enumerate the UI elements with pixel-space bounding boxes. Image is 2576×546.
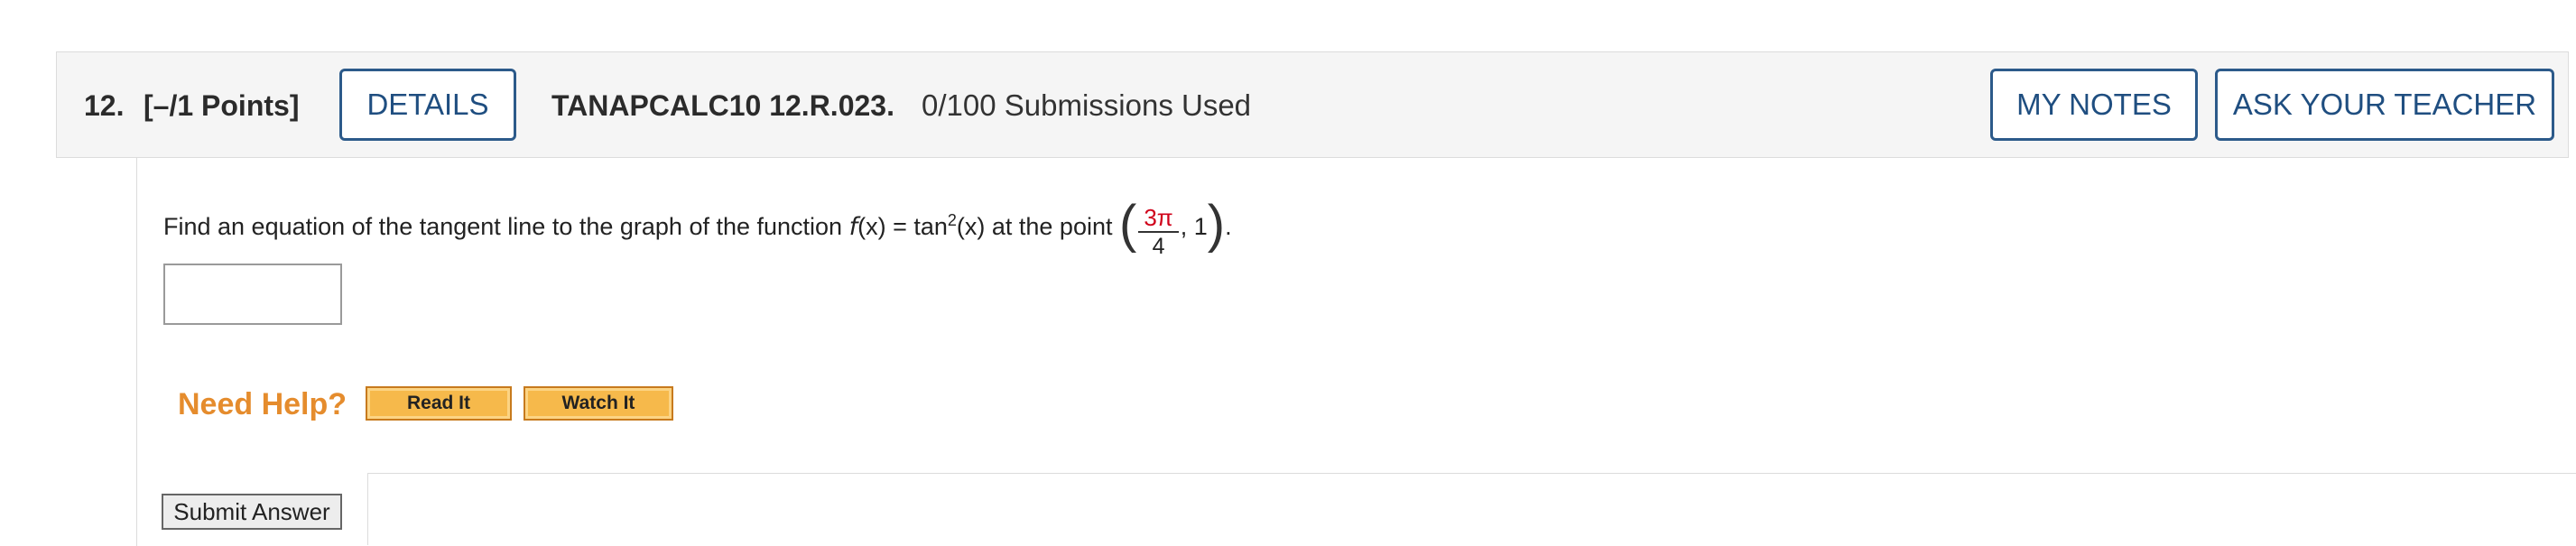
- point-y: , 1: [1180, 213, 1208, 240]
- left-paren: (: [1118, 195, 1137, 254]
- equals-tan: = tan: [885, 213, 948, 240]
- fraction-denominator: 4: [1138, 230, 1179, 260]
- question-header: 12. [–/1 Points] DETAILS TANAPCALC10 12.…: [56, 51, 2569, 158]
- problem-statement: Find an equation of the tangent line to …: [163, 187, 1232, 259]
- my-notes-button[interactable]: MY NOTES: [1990, 69, 2198, 141]
- answer-input[interactable]: [163, 264, 342, 325]
- question-reference: TANAPCALC10 12.R.023.: [551, 89, 894, 122]
- problem-text: Find an equation of the tangent line to …: [163, 213, 849, 240]
- exponent: 2: [947, 211, 957, 229]
- right-paren: ): [1207, 195, 1226, 254]
- ask-your-teacher-button[interactable]: ASK YOUR TEACHER: [2215, 69, 2554, 141]
- read-it-button[interactable]: Read It: [366, 386, 512, 421]
- submissions-used: 0/100 Submissions Used: [922, 88, 1252, 122]
- question-points: [–/1 Points]: [144, 89, 300, 122]
- submit-answer-button[interactable]: Submit Answer: [162, 494, 342, 530]
- period: .: [1225, 213, 1232, 240]
- point-fraction: 3π 4: [1138, 203, 1179, 260]
- question-number: 12.: [84, 89, 125, 122]
- function-argument: (x): [857, 213, 886, 240]
- question-body: Find an equation of the tangent line to …: [136, 158, 2576, 546]
- watch-it-button[interactable]: Watch It: [524, 386, 673, 421]
- feedback-panel: [367, 473, 2576, 545]
- function-name: f: [848, 213, 858, 241]
- details-button[interactable]: DETAILS: [339, 69, 516, 141]
- function-tail: (x) at the point: [956, 213, 1119, 240]
- need-help-label: Need Help?: [178, 387, 347, 421]
- fraction-numerator: 3π: [1144, 203, 1173, 231]
